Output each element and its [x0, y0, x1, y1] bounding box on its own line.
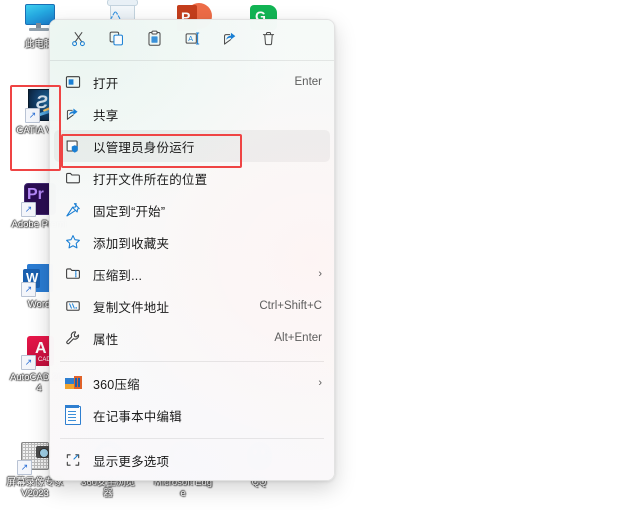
rename-button[interactable]: A [174, 24, 210, 53]
context-menu-group-thirdparty: 360压缩 › 在记事本中编辑 [50, 365, 334, 435]
share-icon [222, 30, 239, 47]
pin-icon [62, 199, 84, 221]
menu-item-label: 以管理员身份运行 [93, 140, 195, 155]
trash-icon [260, 30, 277, 47]
menu-item-accelerator: Ctrl+Shift+C [259, 300, 322, 312]
chevron-right-icon: › [318, 268, 322, 280]
menu-item-accelerator: Alt+Enter [274, 332, 322, 344]
link-path-icon [62, 295, 84, 317]
menu-item-compress-to[interactable]: 压缩到... › [54, 258, 330, 290]
star-icon [62, 231, 84, 253]
menu-item-run-as-administrator[interactable]: 以管理员身份运行 [54, 130, 330, 162]
menu-item-label: 添加到收藏夹 [93, 236, 170, 251]
menu-item-label: 共享 [93, 108, 119, 123]
context-menu-group-primary: 打开 Enter 共享 以管理员身份运行 打开文件所在的位置 固定到“开始” 添… [50, 64, 334, 358]
share-icon [62, 103, 84, 125]
menu-item-pin-to-start[interactable]: 固定到“开始” [54, 194, 330, 226]
folder-icon [62, 167, 84, 189]
svg-text:A: A [188, 34, 193, 43]
menu-item-label: 显示更多选项 [93, 454, 170, 469]
screen-recorder-icon: ↗ [17, 440, 52, 475]
menu-item-show-more-options[interactable]: 显示更多选项 [54, 444, 330, 476]
menu-item-label: 打开文件所在的位置 [93, 172, 208, 187]
delete-button[interactable] [250, 24, 286, 53]
paste-icon [146, 30, 163, 47]
cut-button[interactable] [60, 24, 96, 53]
menu-separator [60, 438, 324, 439]
notepad-icon [62, 404, 84, 426]
menu-item-copy-file-address[interactable]: 复制文件地址 Ctrl+Shift+C [54, 290, 330, 322]
copy-button[interactable] [98, 24, 134, 53]
menu-item-open[interactable]: 打开 Enter [54, 66, 330, 98]
360-zip-icon [62, 372, 84, 394]
paste-button[interactable] [136, 24, 172, 53]
context-menu: A 打开 Enter 共享 以管理员身份运行 打开文件所在的位置 固定到“开始”… [49, 19, 335, 481]
shield-admin-icon [62, 135, 84, 157]
open-window-icon [62, 71, 84, 93]
context-menu-toolbar: A [50, 20, 334, 57]
menu-separator [50, 60, 334, 61]
menu-item-label: 360压缩 [93, 377, 140, 392]
menu-item-edit-in-notepad[interactable]: 在记事本中编辑 [54, 399, 330, 431]
menu-item-360-compress[interactable]: 360压缩 › [54, 367, 330, 399]
menu-item-label: 固定到“开始” [93, 204, 166, 219]
expand-icon [62, 449, 84, 471]
menu-item-accelerator: Enter [294, 76, 323, 88]
menu-item-label: 复制文件地址 [93, 300, 170, 315]
copy-icon [108, 30, 125, 47]
scissors-icon [70, 30, 87, 47]
menu-item-share[interactable]: 共享 [54, 98, 330, 130]
menu-item-label: 在记事本中编辑 [93, 409, 182, 424]
menu-item-open-file-location[interactable]: 打开文件所在的位置 [54, 162, 330, 194]
menu-item-label: 打开 [93, 76, 119, 91]
wrench-icon [62, 327, 84, 349]
menu-separator [60, 361, 324, 362]
share-button[interactable] [212, 24, 248, 53]
rename-icon: A [184, 30, 201, 47]
chevron-right-icon: › [318, 377, 322, 389]
menu-item-label: 压缩到... [93, 268, 143, 283]
menu-item-properties[interactable]: 属性 Alt+Enter [54, 322, 330, 354]
zip-folder-icon [62, 263, 84, 285]
context-menu-group-more: 显示更多选项 [50, 442, 334, 480]
menu-item-label: 属性 [93, 332, 119, 347]
menu-item-add-to-favorites[interactable]: 添加到收藏夹 [54, 226, 330, 258]
